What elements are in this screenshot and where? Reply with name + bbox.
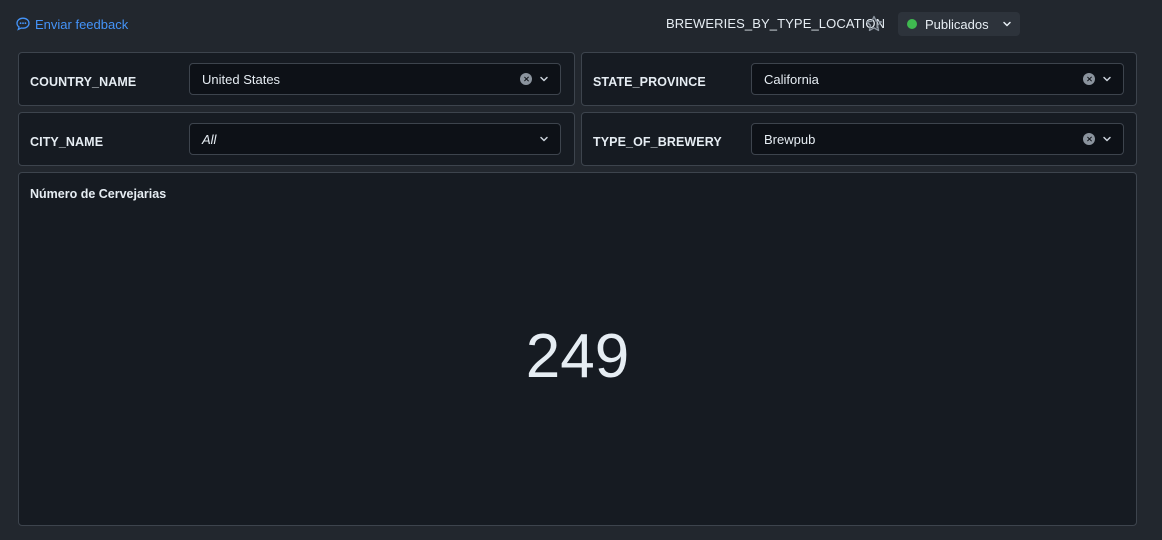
state-select[interactable]: California bbox=[751, 63, 1124, 95]
filter-label: TYPE_OF_BREWERY bbox=[593, 135, 722, 149]
city-select[interactable]: All bbox=[189, 123, 561, 155]
filter-label: COUNTRY_NAME bbox=[30, 75, 137, 89]
feedback-link[interactable]: Enviar feedback bbox=[15, 15, 128, 33]
counter-title: Número de Cervejarias bbox=[30, 187, 167, 201]
favorite-star-icon[interactable] bbox=[864, 14, 884, 34]
dashboard-title: BREWERIES_BY_TYPE_LOCATION bbox=[666, 16, 886, 31]
status-dot-icon bbox=[907, 19, 917, 29]
status-label: Publicados bbox=[925, 16, 989, 32]
filter-city: CITY_NAME All bbox=[18, 112, 575, 166]
filter-label: CITY_NAME bbox=[30, 135, 104, 149]
select-value: Brewpub bbox=[764, 131, 816, 147]
clear-icon[interactable] bbox=[520, 73, 532, 85]
chevron-down-icon bbox=[540, 136, 548, 142]
brewery-type-select[interactable]: Brewpub bbox=[751, 123, 1124, 155]
country-select[interactable]: United States bbox=[189, 63, 561, 95]
filter-label: STATE_PROVINCE bbox=[593, 75, 706, 89]
chevron-down-icon bbox=[540, 76, 548, 82]
chevron-down-icon bbox=[1103, 136, 1111, 142]
clear-icon[interactable] bbox=[1083, 73, 1095, 85]
select-value: California bbox=[764, 71, 819, 87]
chat-bubble-icon bbox=[16, 17, 30, 31]
clear-icon[interactable] bbox=[1083, 133, 1095, 145]
counter-value: 249 bbox=[525, 322, 630, 391]
chevron-down-icon bbox=[1002, 21, 1011, 27]
counter-widget: Número de Cervejarias 249 bbox=[18, 172, 1137, 526]
select-value: All bbox=[202, 131, 217, 147]
filter-country: COUNTRY_NAME United States bbox=[18, 52, 575, 106]
top-bar: Enviar feedback BREWERIES_BY_TYPE_LOCATI… bbox=[0, 0, 1162, 48]
feedback-label: Enviar feedback bbox=[35, 16, 129, 32]
select-value: United States bbox=[202, 71, 281, 87]
publish-status-dropdown[interactable]: Publicados bbox=[898, 12, 1020, 36]
filter-brewery-type: TYPE_OF_BREWERY Brewpub bbox=[581, 112, 1137, 166]
filter-state: STATE_PROVINCE California bbox=[581, 52, 1137, 106]
chevron-down-icon bbox=[1103, 76, 1111, 82]
